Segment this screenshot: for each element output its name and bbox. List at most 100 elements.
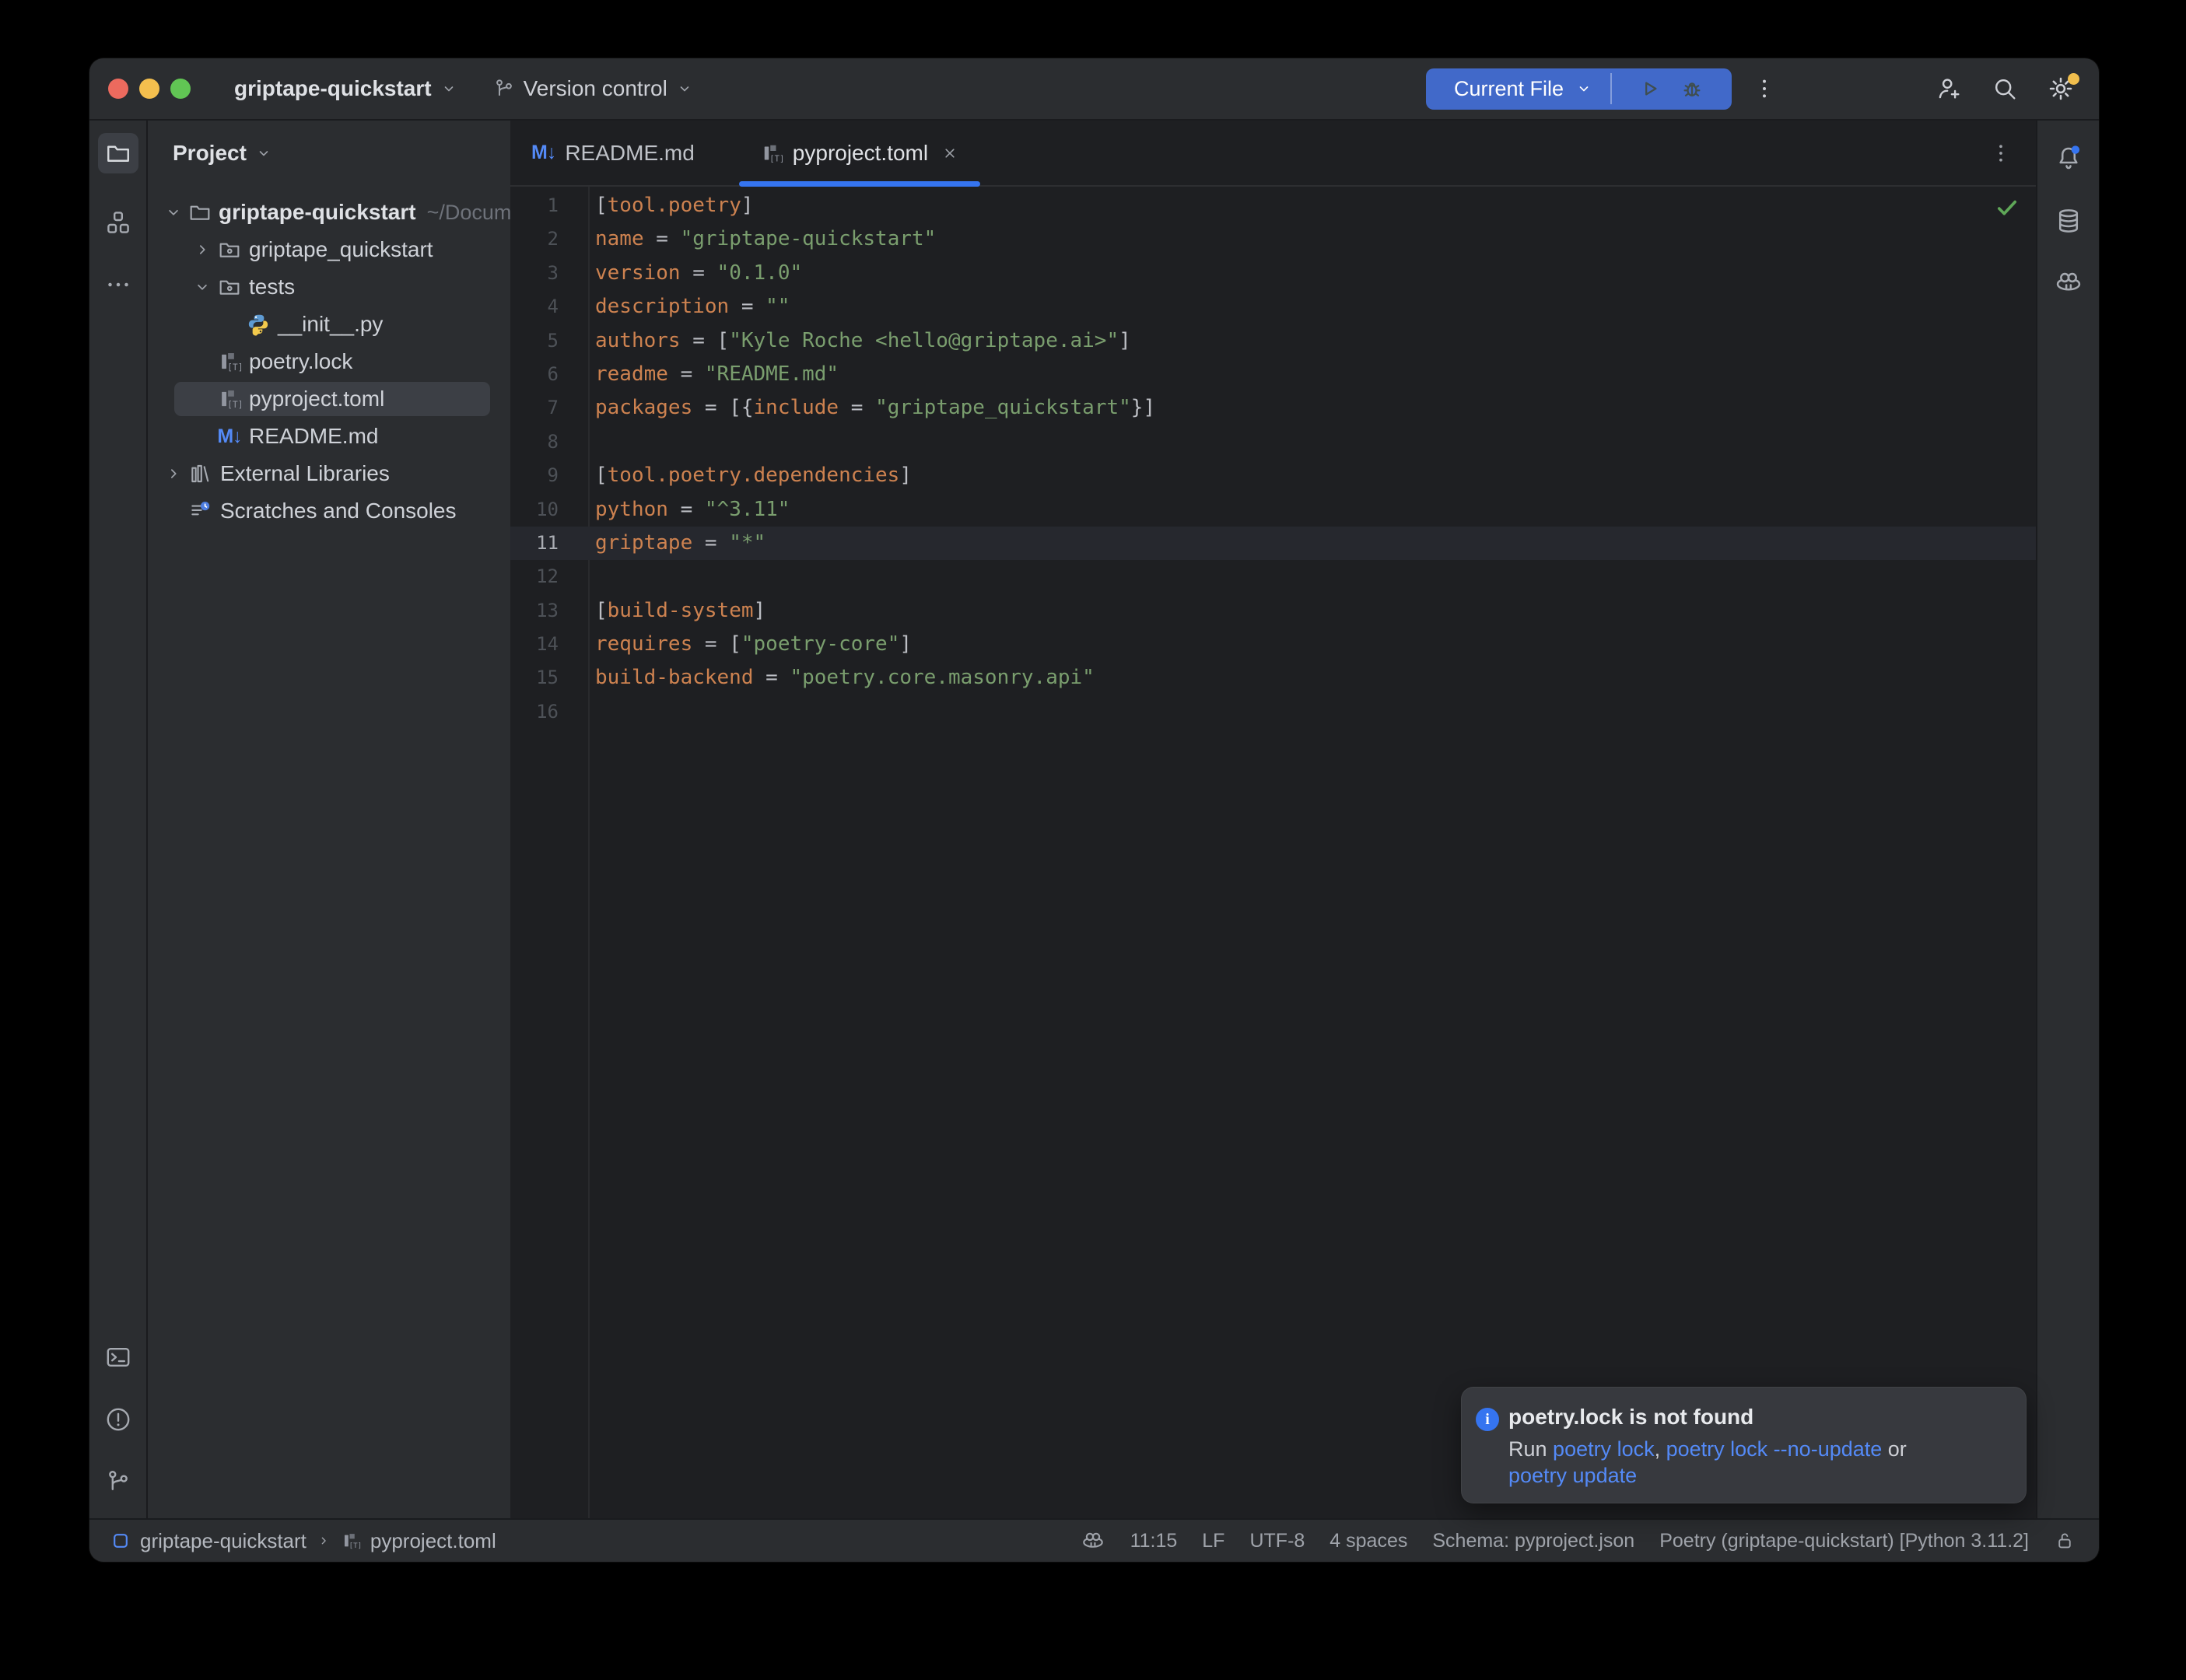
line-number[interactable]: 8	[510, 425, 588, 459]
tab-label: pyproject.toml	[793, 141, 928, 166]
line-number[interactable]: 15	[510, 661, 588, 695]
ide-window: griptape-quickstart Version control Curr…	[89, 58, 2099, 1562]
search-button[interactable]	[1977, 68, 2033, 110]
status-widget[interactable]: 4 spaces	[1329, 1530, 1407, 1552]
code-line-2: 2name = "griptape-quickstart"	[510, 222, 2036, 256]
notification-text: or	[1882, 1437, 1907, 1461]
tree-item-label: pyproject.toml	[249, 387, 384, 411]
markdown-icon: M↓	[216, 425, 243, 448]
more-actions-kebab-icon[interactable]	[1752, 76, 1777, 101]
line-text: authors = ["Kyle Roche <hello@griptape.a…	[595, 324, 1131, 358]
tab-pyproject-toml[interactable]: [T] pyproject.toml	[739, 121, 980, 185]
code-line-5: 5authors = ["Kyle Roche <hello@griptape.…	[510, 324, 2036, 358]
code-editor[interactable]: 1[tool.poetry]2name = "griptape-quicksta…	[510, 187, 2036, 1518]
tree-item-poetry-lock[interactable]: [T]poetry.lock	[148, 343, 510, 380]
line-text: build-backend = "poetry.core.masonry.api…	[595, 661, 1095, 695]
line-number[interactable]: 4	[510, 290, 588, 324]
status-widget[interactable]: 11:15	[1130, 1530, 1178, 1552]
line-text: python = "^3.11"	[595, 493, 790, 527]
project-panel-header[interactable]: Project	[173, 141, 273, 166]
project-widget[interactable]: griptape-quickstart	[234, 76, 458, 101]
tab-options-kebab-icon[interactable]	[1989, 142, 2013, 165]
run-configuration-pill: Current File	[1426, 68, 1732, 110]
settings-button[interactable]	[2033, 68, 2089, 110]
line-number[interactable]: 13	[510, 594, 588, 628]
tree-item-pyproject-toml[interactable]: [T]pyproject.toml	[148, 380, 510, 418]
vcs-widget[interactable]: Version control	[492, 76, 694, 101]
status-widgets: 11:15 LF UTF-8 4 spaces Schema: pyproject.js…	[1081, 1528, 2076, 1553]
database-tool-button[interactable]	[2048, 201, 2089, 241]
run-button[interactable]	[1637, 75, 1663, 102]
line-number[interactable]: 7	[510, 391, 588, 425]
status-widget[interactable]: Schema: pyproject.json	[1432, 1530, 1634, 1552]
chevron-down-icon	[440, 79, 458, 98]
line-text: [tool.poetry.dependencies]	[595, 459, 912, 492]
breadcrumb-item[interactable]: griptape-quickstart	[140, 1529, 307, 1553]
minimize-window-button[interactable]	[139, 79, 159, 99]
line-number[interactable]: 5	[510, 324, 588, 358]
chevron-down-icon[interactable]	[187, 277, 216, 297]
line-number[interactable]: 10	[510, 493, 588, 527]
tree-item--init-py[interactable]: __init__.py	[148, 306, 510, 343]
status-widget[interactable]: LF	[1202, 1530, 1224, 1552]
tab-label: README.md	[565, 141, 694, 166]
branch-icon	[492, 77, 516, 100]
tree-item-external-libraries[interactable]: External Libraries	[148, 455, 510, 492]
toml-icon: [T]	[760, 142, 783, 165]
line-number[interactable]: 2	[510, 222, 588, 256]
line-number[interactable]: 11	[510, 527, 588, 560]
status-widget[interactable]: UTF-8	[1249, 1530, 1305, 1552]
terminal-tool-button[interactable]	[98, 1337, 138, 1377]
tree-item-griptape-quickstart[interactable]: griptape_quickstart	[148, 231, 510, 268]
notification-link[interactable]: poetry update	[1508, 1464, 1637, 1487]
status-widget[interactable]: Poetry (griptape-quickstart) [Python 3.1…	[1659, 1530, 2029, 1552]
code-line-4: 4description = ""	[510, 290, 2036, 324]
tree-item-griptape-quickstart[interactable]: griptape-quickstart~/Docume	[148, 194, 510, 231]
notification-text: Run	[1508, 1437, 1553, 1461]
line-number[interactable]: 16	[510, 695, 588, 729]
debug-button[interactable]	[1679, 75, 1705, 102]
line-number[interactable]: 14	[510, 628, 588, 661]
zoom-window-button[interactable]	[170, 79, 191, 99]
ai-tool-button[interactable]	[2048, 262, 2089, 303]
tree-item-readme-md[interactable]: M↓README.md	[148, 418, 510, 455]
svg-text:[T]: [T]	[227, 362, 242, 373]
run-config-selector[interactable]: Current File	[1454, 77, 1564, 101]
chevron-right-icon[interactable]	[187, 240, 216, 260]
chevron-right-icon[interactable]	[159, 464, 187, 484]
tree-item-label: tests	[249, 275, 295, 299]
add-user-button[interactable]	[1921, 68, 1977, 110]
line-text: version = "0.1.0"	[595, 257, 802, 290]
code-line-9: 9[tool.poetry.dependencies]	[510, 459, 2036, 492]
project-folder-tool-button[interactable]	[98, 133, 138, 173]
tree-item-tests[interactable]: tests	[148, 268, 510, 306]
structure-tool-button[interactable]	[98, 202, 138, 243]
chevron-down-icon[interactable]	[1575, 79, 1593, 98]
close-window-button[interactable]	[108, 79, 128, 99]
line-number[interactable]: 9	[510, 459, 588, 492]
chevron-right-sm-icon	[316, 1533, 331, 1549]
notification-link[interactable]: poetry lock	[1553, 1437, 1655, 1461]
breadcrumb-item[interactable]: pyproject.toml	[370, 1529, 496, 1553]
bell-tool-button[interactable]	[2048, 138, 2089, 178]
library-icon	[187, 461, 214, 486]
chevron-down-icon[interactable]	[159, 202, 187, 222]
line-number[interactable]: 12	[510, 560, 588, 593]
more-h-tool-button[interactable]	[98, 264, 138, 305]
close-tab-icon[interactable]	[941, 144, 959, 163]
line-number[interactable]: 1	[510, 189, 588, 222]
unlock-status-icon[interactable]	[2054, 1530, 2076, 1552]
ai-status-icon[interactable]	[1081, 1528, 1105, 1553]
package-icon	[216, 275, 243, 299]
line-number[interactable]: 6	[510, 358, 588, 391]
notification-link[interactable]: poetry lock --no-update	[1666, 1437, 1883, 1461]
module-icon	[110, 1531, 131, 1551]
python-icon	[245, 312, 271, 337]
tree-item-label: griptape-quickstart	[219, 200, 416, 225]
branch-tool-button[interactable]	[98, 1461, 138, 1502]
tree-item-scratches-and-consoles[interactable]: Scratches and Consoles	[148, 492, 510, 530]
problems-tool-button[interactable]	[98, 1399, 138, 1440]
line-number[interactable]: 3	[510, 257, 588, 290]
chevron-down-icon	[254, 144, 273, 163]
tab-readme-md[interactable]: M↓README.md	[510, 121, 716, 185]
